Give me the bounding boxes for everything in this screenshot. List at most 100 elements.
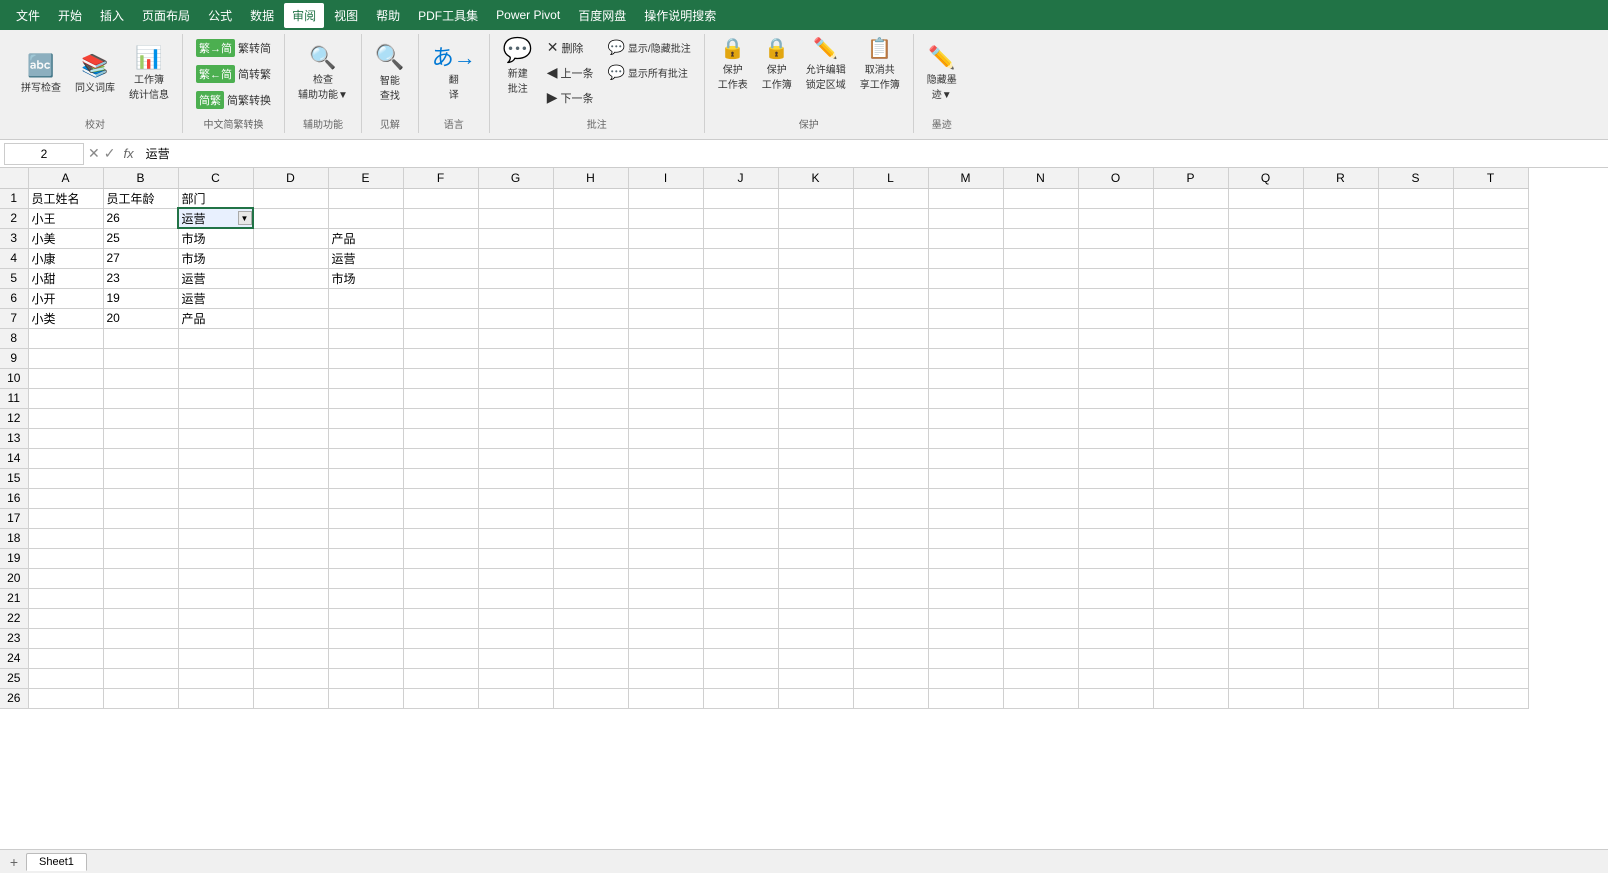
cell-M6[interactable] [928,288,1003,308]
cell-R24[interactable] [1303,648,1378,668]
cell-F13[interactable] [403,428,478,448]
cell-H19[interactable] [553,548,628,568]
cell-F4[interactable] [403,248,478,268]
cell-H5[interactable] [553,268,628,288]
cell-F24[interactable] [403,648,478,668]
cell-N19[interactable] [1003,548,1078,568]
cell-D26[interactable] [253,688,328,708]
cell-J11[interactable] [703,388,778,408]
cell-P6[interactable] [1153,288,1228,308]
cell-L13[interactable] [853,428,928,448]
row-header-6[interactable]: 6 [0,288,28,308]
row-header-23[interactable]: 23 [0,628,28,648]
cell-N12[interactable] [1003,408,1078,428]
cell-J6[interactable] [703,288,778,308]
cell-F2[interactable] [403,208,478,228]
cell-Q16[interactable] [1228,488,1303,508]
cell-D1[interactable] [253,188,328,208]
cell-E19[interactable] [328,548,403,568]
cell-N26[interactable] [1003,688,1078,708]
cell-D12[interactable] [253,408,328,428]
cell-N9[interactable] [1003,348,1078,368]
col-header-E[interactable]: E [328,168,403,188]
cell-I23[interactable] [628,628,703,648]
cell-M14[interactable] [928,448,1003,468]
cell-J10[interactable] [703,368,778,388]
cell-J16[interactable] [703,488,778,508]
cell-D24[interactable] [253,648,328,668]
cell-Q18[interactable] [1228,528,1303,548]
cell-M2[interactable] [928,208,1003,228]
cell-M23[interactable] [928,628,1003,648]
cell-K6[interactable] [778,288,853,308]
cell-M8[interactable] [928,328,1003,348]
cell-L18[interactable] [853,528,928,548]
col-header-A[interactable]: A [28,168,103,188]
col-header-P[interactable]: P [1153,168,1228,188]
cell-T12[interactable] [1453,408,1528,428]
menu-item-页面布局[interactable]: 页面布局 [134,3,198,28]
cell-C16[interactable] [178,488,253,508]
cell-P7[interactable] [1153,308,1228,328]
confirm-icon[interactable]: ✓ [104,145,116,162]
cell-H13[interactable] [553,428,628,448]
cell-O1[interactable] [1078,188,1153,208]
col-header-B[interactable]: B [103,168,178,188]
cell-P13[interactable] [1153,428,1228,448]
cell-F15[interactable] [403,468,478,488]
new-comment-button[interactable]: 💬新建批注 [498,36,538,98]
cell-E23[interactable] [328,628,403,648]
cell-K10[interactable] [778,368,853,388]
cell-N25[interactable] [1003,668,1078,688]
cell-S2[interactable] [1378,208,1453,228]
col-header-G[interactable]: G [478,168,553,188]
cell-B5[interactable]: 23 [103,268,178,288]
cell-K22[interactable] [778,608,853,628]
cell-H9[interactable] [553,348,628,368]
cell-C8[interactable] [178,328,253,348]
cell-C22[interactable] [178,608,253,628]
cell-F7[interactable] [403,308,478,328]
cell-Q23[interactable] [1228,628,1303,648]
cell-K23[interactable] [778,628,853,648]
cell-E5[interactable]: 市场 [328,268,403,288]
cell-H20[interactable] [553,568,628,588]
cell-S26[interactable] [1378,688,1453,708]
cell-P2[interactable] [1153,208,1228,228]
add-sheet-button[interactable]: + [4,852,24,872]
dropdown-arrow[interactable]: ▼ [238,211,252,225]
row-header-21[interactable]: 21 [0,588,28,608]
cell-N2[interactable] [1003,208,1078,228]
row-header-12[interactable]: 12 [0,408,28,428]
cell-Q15[interactable] [1228,468,1303,488]
cell-N14[interactable] [1003,448,1078,468]
cell-I18[interactable] [628,528,703,548]
cell-B8[interactable] [103,328,178,348]
cell-P3[interactable] [1153,228,1228,248]
row-header-5[interactable]: 5 [0,268,28,288]
cell-O10[interactable] [1078,368,1153,388]
cell-T25[interactable] [1453,668,1528,688]
cell-G15[interactable] [478,468,553,488]
cell-A2[interactable]: 小王 [28,208,103,228]
cell-F12[interactable] [403,408,478,428]
cell-P18[interactable] [1153,528,1228,548]
cell-S22[interactable] [1378,608,1453,628]
cell-I13[interactable] [628,428,703,448]
cell-S7[interactable] [1378,308,1453,328]
col-header-D[interactable]: D [253,168,328,188]
cell-G10[interactable] [478,368,553,388]
cell-Q26[interactable] [1228,688,1303,708]
cell-A13[interactable] [28,428,103,448]
cell-Q11[interactable] [1228,388,1303,408]
cell-K26[interactable] [778,688,853,708]
cell-I22[interactable] [628,608,703,628]
cell-M3[interactable] [928,228,1003,248]
cell-R14[interactable] [1303,448,1378,468]
cell-F19[interactable] [403,548,478,568]
col-header-S[interactable]: S [1378,168,1453,188]
cell-J7[interactable] [703,308,778,328]
cell-Q8[interactable] [1228,328,1303,348]
formula-input[interactable] [142,145,1604,163]
cell-S25[interactable] [1378,668,1453,688]
